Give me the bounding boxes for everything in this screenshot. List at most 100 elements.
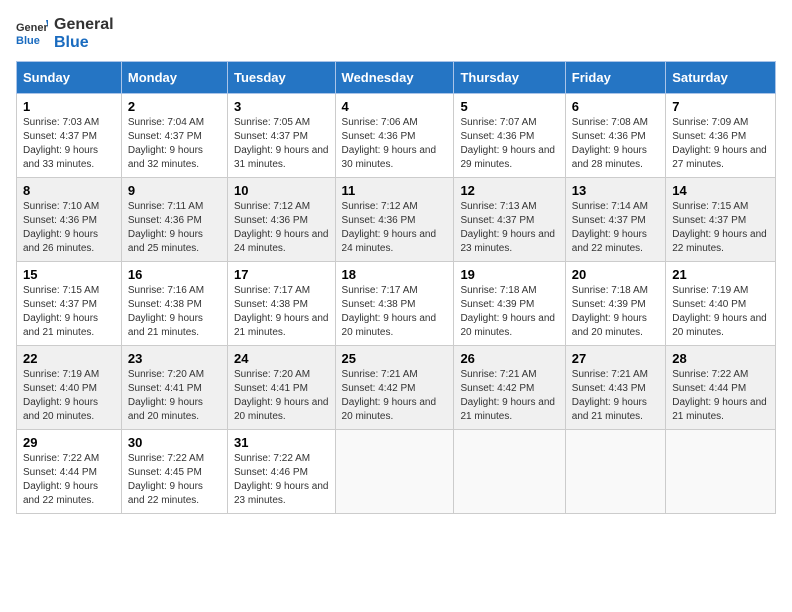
calendar-cell: 30 Sunrise: 7:22 AMSunset: 4:45 PMDayligh… — [121, 430, 227, 514]
calendar-cell: 21 Sunrise: 7:19 AMSunset: 4:40 PMDayligh… — [666, 262, 776, 346]
calendar-cell: 11Sunrise: 7:12 AMSunset: 4:36 PMDayligh… — [335, 178, 454, 262]
day-info: Sunrise: 7:22 AMSunset: 4:46 PMDaylight:… — [234, 452, 329, 508]
calendar-cell: 25 Sunrise: 7:21 AMSunset: 4:42 PMDayligh… — [335, 346, 454, 430]
calendar-cell: 7 Sunrise: 7:09 AMSunset: 4:36 PMDaylight… — [666, 94, 776, 178]
logo-general: General — [54, 16, 114, 34]
day-info: Sunrise: 7:22 AMSunset: 4:45 PMDaylight:… — [128, 452, 221, 508]
calendar-cell — [666, 430, 776, 514]
svg-text:Blue: Blue — [16, 35, 40, 47]
calendar-cell: 6 Sunrise: 7:08 AMSunset: 4:36 PMDaylight… — [565, 94, 665, 178]
logo-icon: General Blue — [16, 18, 48, 50]
day-number: 8 — [23, 183, 115, 198]
day-number: 30 — [128, 435, 221, 450]
calendar-cell: 23Sunrise: 7:20 AMSunset: 4:41 PMDayligh… — [121, 346, 227, 430]
day-number: 22 — [23, 351, 115, 366]
week-row-3: 15Sunrise: 7:15 AMSunset: 4:37 PMDayligh… — [17, 262, 776, 346]
calendar-cell — [454, 430, 565, 514]
day-number: 17 — [234, 267, 329, 282]
day-info: Sunrise: 7:12 AMSunset: 4:36 PMDaylight:… — [234, 200, 329, 256]
calendar-cell: 24Sunrise: 7:20 AMSunset: 4:41 PMDayligh… — [227, 346, 335, 430]
calendar-cell: 1 Sunrise: 7:03 AMSunset: 4:37 PMDaylight… — [17, 94, 122, 178]
calendar-cell: 2 Sunrise: 7:04 AMSunset: 4:37 PMDaylight… — [121, 94, 227, 178]
calendar-cell: 19 Sunrise: 7:18 AMSunset: 4:39 PMDayligh… — [454, 262, 565, 346]
day-number: 23 — [128, 351, 221, 366]
day-info: Sunrise: 7:04 AMSunset: 4:37 PMDaylight:… — [128, 116, 221, 172]
day-number: 29 — [23, 435, 115, 450]
calendar-cell: 31 Sunrise: 7:22 AMSunset: 4:46 PMDayligh… — [227, 430, 335, 514]
calendar-cell: 27 Sunrise: 7:21 AMSunset: 4:43 PMDayligh… — [565, 346, 665, 430]
day-info: Sunrise: 7:19 AMSunset: 4:40 PMDaylight:… — [23, 368, 115, 424]
day-number: 26 — [460, 351, 558, 366]
day-info: Sunrise: 7:07 AMSunset: 4:36 PMDaylight:… — [460, 116, 558, 172]
week-row-2: 8 Sunrise: 7:10 AMSunset: 4:36 PMDaylight… — [17, 178, 776, 262]
day-number: 16 — [128, 267, 221, 282]
column-header-thursday: Thursday — [454, 62, 565, 94]
day-number: 1 — [23, 99, 115, 114]
calendar-cell: 10Sunrise: 7:12 AMSunset: 4:36 PMDayligh… — [227, 178, 335, 262]
day-info: Sunrise: 7:10 AMSunset: 4:36 PMDaylight:… — [23, 200, 115, 256]
day-info: Sunrise: 7:16 AMSunset: 4:38 PMDaylight:… — [128, 284, 221, 340]
calendar-cell: 8 Sunrise: 7:10 AMSunset: 4:36 PMDaylight… — [17, 178, 122, 262]
day-number: 2 — [128, 99, 221, 114]
calendar-cell: 9Sunrise: 7:11 AMSunset: 4:36 PMDaylight… — [121, 178, 227, 262]
day-info: Sunrise: 7:15 AMSunset: 4:37 PMDaylight:… — [23, 284, 115, 340]
day-info: Sunrise: 7:13 AMSunset: 4:37 PMDaylight:… — [460, 200, 558, 256]
calendar-cell: 16 Sunrise: 7:16 AMSunset: 4:38 PMDayligh… — [121, 262, 227, 346]
day-info: Sunrise: 7:22 AMSunset: 4:44 PMDaylight:… — [23, 452, 115, 508]
column-header-wednesday: Wednesday — [335, 62, 454, 94]
day-info: Sunrise: 7:14 AMSunset: 4:37 PMDaylight:… — [572, 200, 659, 256]
logo-blue: Blue — [54, 34, 114, 52]
day-number: 27 — [572, 351, 659, 366]
day-info: Sunrise: 7:05 AMSunset: 4:37 PMDaylight:… — [234, 116, 329, 172]
day-info: Sunrise: 7:08 AMSunset: 4:36 PMDaylight:… — [572, 116, 659, 172]
day-number: 3 — [234, 99, 329, 114]
day-number: 4 — [342, 99, 448, 114]
day-info: Sunrise: 7:21 AMSunset: 4:42 PMDaylight:… — [460, 368, 558, 424]
day-number: 31 — [234, 435, 329, 450]
day-info: Sunrise: 7:19 AMSunset: 4:40 PMDaylight:… — [672, 284, 769, 340]
calendar-cell: 3 Sunrise: 7:05 AMSunset: 4:37 PMDaylight… — [227, 94, 335, 178]
calendar-table: SundayMondayTuesdayWednesdayThursdayFrid… — [16, 61, 776, 514]
day-number: 7 — [672, 99, 769, 114]
calendar-cell: 14Sunrise: 7:15 AMSunset: 4:37 PMDayligh… — [666, 178, 776, 262]
day-info: Sunrise: 7:09 AMSunset: 4:36 PMDaylight:… — [672, 116, 769, 172]
week-row-5: 29 Sunrise: 7:22 AMSunset: 4:44 PMDayligh… — [17, 430, 776, 514]
day-number: 25 — [342, 351, 448, 366]
day-info: Sunrise: 7:18 AMSunset: 4:39 PMDaylight:… — [460, 284, 558, 340]
calendar-cell: 20 Sunrise: 7:18 AMSunset: 4:39 PMDayligh… — [565, 262, 665, 346]
day-info: Sunrise: 7:03 AMSunset: 4:37 PMDaylight:… — [23, 116, 115, 172]
calendar-cell: 26 Sunrise: 7:21 AMSunset: 4:42 PMDayligh… — [454, 346, 565, 430]
logo: General Blue General Blue — [16, 16, 114, 51]
day-info: Sunrise: 7:20 AMSunset: 4:41 PMDaylight:… — [234, 368, 329, 424]
day-number: 13 — [572, 183, 659, 198]
column-header-monday: Monday — [121, 62, 227, 94]
calendar-cell: 18 Sunrise: 7:17 AMSunset: 4:38 PMDayligh… — [335, 262, 454, 346]
day-number: 20 — [572, 267, 659, 282]
calendar-cell — [565, 430, 665, 514]
day-number: 18 — [342, 267, 448, 282]
calendar-cell: 28Sunrise: 7:22 AMSunset: 4:44 PMDayligh… — [666, 346, 776, 430]
header: General Blue General Blue — [16, 16, 776, 51]
day-number: 19 — [460, 267, 558, 282]
day-number: 5 — [460, 99, 558, 114]
day-number: 12 — [460, 183, 558, 198]
day-info: Sunrise: 7:18 AMSunset: 4:39 PMDaylight:… — [572, 284, 659, 340]
column-header-sunday: Sunday — [17, 62, 122, 94]
calendar-cell: 17Sunrise: 7:17 AMSunset: 4:38 PMDayligh… — [227, 262, 335, 346]
day-info: Sunrise: 7:21 AMSunset: 4:42 PMDaylight:… — [342, 368, 448, 424]
day-number: 6 — [572, 99, 659, 114]
day-number: 21 — [672, 267, 769, 282]
day-info: Sunrise: 7:21 AMSunset: 4:43 PMDaylight:… — [572, 368, 659, 424]
column-header-tuesday: Tuesday — [227, 62, 335, 94]
calendar-header-row: SundayMondayTuesdayWednesdayThursdayFrid… — [17, 62, 776, 94]
calendar-cell: 5 Sunrise: 7:07 AMSunset: 4:36 PMDaylight… — [454, 94, 565, 178]
column-header-saturday: Saturday — [666, 62, 776, 94]
calendar-cell: 22 Sunrise: 7:19 AMSunset: 4:40 PMDayligh… — [17, 346, 122, 430]
calendar-cell: 15Sunrise: 7:15 AMSunset: 4:37 PMDayligh… — [17, 262, 122, 346]
day-info: Sunrise: 7:22 AMSunset: 4:44 PMDaylight:… — [672, 368, 769, 424]
day-number: 11 — [342, 183, 448, 198]
day-info: Sunrise: 7:17 AMSunset: 4:38 PMDaylight:… — [342, 284, 448, 340]
day-info: Sunrise: 7:15 AMSunset: 4:37 PMDaylight:… — [672, 200, 769, 256]
day-number: 9 — [128, 183, 221, 198]
day-info: Sunrise: 7:06 AMSunset: 4:36 PMDaylight:… — [342, 116, 448, 172]
